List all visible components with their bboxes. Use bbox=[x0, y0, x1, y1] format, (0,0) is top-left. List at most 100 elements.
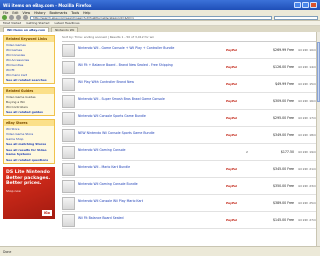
price-value: $49.99 bbox=[275, 82, 287, 86]
price-value: $350.00 bbox=[273, 184, 287, 188]
listing-thumbnail[interactable] bbox=[62, 196, 75, 210]
see-all-results-link[interactable]: See all results for Video Game Systems bbox=[4, 147, 54, 157]
listing-title[interactable]: Wii Play With Controller Brand New bbox=[78, 80, 226, 88]
address-bar[interactable]: http://search.ebay.com/search/search.dll… bbox=[30, 15, 272, 20]
bookmark-getting-started[interactable]: Getting Started bbox=[26, 21, 49, 25]
listing-row[interactable]: Nintendo Wii Gaming Console 2 $177.50 4d 2… bbox=[62, 144, 316, 161]
menu-help[interactable]: Help bbox=[83, 11, 90, 15]
time-left: 4d 22h 10m bbox=[297, 48, 316, 52]
listing-title[interactable]: Nintendo Wii Gaming Console bbox=[78, 148, 226, 156]
listing-thumbnail[interactable] bbox=[62, 213, 75, 227]
listing-price: $269.99 Free bbox=[260, 48, 294, 52]
listing-title[interactable]: Nintendo Wii - Game Console + Wii Play +… bbox=[78, 46, 226, 54]
listing-row[interactable]: Nintendo Wii - Game Console + Wii Play +… bbox=[62, 42, 316, 59]
menu-history[interactable]: History bbox=[34, 11, 45, 15]
forward-icon[interactable] bbox=[9, 15, 14, 20]
listing-title[interactable]: Nintendo Wii Console Sports Game Bundle bbox=[78, 114, 226, 122]
time-left: 4d 22h 19m bbox=[297, 150, 316, 154]
guides-box: Related Guides Video Game Guides Buying … bbox=[3, 87, 55, 116]
price-value: $295.00 bbox=[273, 116, 287, 120]
listing-thumbnail[interactable] bbox=[62, 145, 75, 159]
advert-banner[interactable]: DS Lite Nintendo Better packages. Better… bbox=[3, 167, 55, 219]
listing-row[interactable]: Nintendo Wii Gaming Console Bundle PayPal… bbox=[62, 178, 316, 195]
listing-price: $389.00 Free bbox=[260, 201, 294, 205]
window-titlebar: Wii items on eBay.com - Mozilla Firefox bbox=[0, 0, 320, 10]
results-list: Sort by: Time: ending soonest | Results … bbox=[62, 35, 316, 229]
menu-tools[interactable]: Tools bbox=[71, 11, 79, 15]
shipping-value: Free bbox=[287, 184, 294, 188]
listing-row[interactable]: Nintendo Wii Console Sports Game Bundle P… bbox=[62, 110, 316, 127]
listing-title[interactable]: NEW Nintendo Wii Console Sports Game Bun… bbox=[78, 131, 226, 139]
see-all-questions-link[interactable]: See all related questions bbox=[4, 157, 54, 163]
shipping-value: Free bbox=[287, 218, 294, 222]
listing-thumbnail[interactable] bbox=[62, 162, 75, 176]
page-content: Related Keyword Links Video Games Wii Ga… bbox=[0, 32, 320, 246]
paypal-badge: PayPal bbox=[226, 116, 237, 120]
listing-row[interactable]: Wii Play With Controller Brand New PayPal… bbox=[62, 76, 316, 93]
listing-title[interactable]: Nintendo Wii Gaming Console Bundle bbox=[78, 182, 226, 190]
listing-row[interactable]: Nintendo Wii Console Wii Play Mario Kart… bbox=[62, 195, 316, 212]
paypal-badge: PayPal bbox=[226, 201, 237, 205]
shipping-value: Free bbox=[287, 201, 294, 205]
listing-price: $145.00 Free bbox=[260, 218, 294, 222]
menu-edit[interactable]: Edit bbox=[12, 11, 18, 15]
price-value: $126.00 bbox=[273, 65, 287, 69]
time-left: 4d 22h 14m bbox=[297, 65, 316, 69]
listing-row[interactable]: Nintendo Wii - Mario Kart Bundle PayPal $3… bbox=[62, 161, 316, 178]
listing-thumbnail[interactable] bbox=[62, 43, 75, 57]
time-left: 4d 22h 15m bbox=[297, 82, 316, 86]
menu-bookmarks[interactable]: Bookmarks bbox=[49, 11, 67, 15]
paypal-badge: PayPal bbox=[226, 133, 237, 137]
bid-count: 2 bbox=[246, 150, 248, 154]
related-box: Related Keyword Links Video Games Wii Ga… bbox=[3, 35, 55, 84]
listing-title[interactable]: Nintendo Wii - Mario Kart Bundle bbox=[78, 165, 226, 173]
bookmark-most-visited[interactable]: Most Visited bbox=[3, 21, 21, 25]
listing-title[interactable]: Wii Fit + Balance Board - Brand New Seal… bbox=[78, 63, 226, 71]
listing-title[interactable]: Wii Fit Balance Board Sealed bbox=[78, 216, 226, 224]
listing-price: $126.00 Free bbox=[260, 65, 294, 69]
listing-price: $295.00 Free bbox=[260, 116, 294, 120]
shipping-value: Free bbox=[287, 48, 294, 52]
shipping-value: Free bbox=[287, 82, 294, 86]
guides-more-link[interactable]: See all related guides bbox=[4, 109, 54, 115]
time-left: 4d 22h 18m bbox=[297, 133, 316, 137]
paypal-badge: PayPal bbox=[226, 99, 237, 103]
listing-row[interactable]: NEW Nintendo Wii Console Sports Game Bun… bbox=[62, 127, 316, 144]
window-controls bbox=[294, 2, 317, 8]
search-input[interactable] bbox=[274, 15, 318, 20]
home-icon[interactable] bbox=[23, 15, 28, 20]
time-left: 4d 22h 27m bbox=[297, 218, 316, 222]
listing-price: $309.00 Free bbox=[260, 99, 294, 103]
listing-thumbnail[interactable] bbox=[62, 94, 75, 108]
price-value: $345.00 bbox=[273, 167, 287, 171]
minimize-icon[interactable] bbox=[294, 2, 301, 8]
listing-thumbnail[interactable] bbox=[62, 77, 75, 91]
listing-thumbnail[interactable] bbox=[62, 111, 75, 125]
listing-title[interactable]: Nintendo Wii - Super Smash Bros Brawl Ga… bbox=[78, 97, 226, 105]
time-left: 4d 22h 17m bbox=[297, 116, 316, 120]
close-icon[interactable] bbox=[310, 2, 317, 8]
listing-row[interactable]: Nintendo Wii - Super Smash Bros Brawl Ga… bbox=[62, 93, 316, 110]
menu-file[interactable]: File bbox=[3, 11, 8, 15]
related-more-link[interactable]: See all related searches bbox=[4, 77, 54, 83]
back-icon[interactable] bbox=[2, 15, 7, 20]
advert-headline: DS Lite Nintendo Better packages. Better… bbox=[6, 170, 51, 186]
reload-icon[interactable] bbox=[16, 15, 21, 20]
results-summary: Sort by: Time: ending soonest | Results … bbox=[62, 35, 316, 42]
listing-title[interactable]: Nintendo Wii Console Wii Play Mario Kart bbox=[78, 199, 226, 207]
advert-subtext: Shop now bbox=[6, 188, 21, 193]
listing-price: $177.50 bbox=[260, 150, 294, 154]
listing-row[interactable]: Wii Fit Balance Board Sealed PayPal $145.0… bbox=[62, 212, 316, 229]
listing-thumbnail[interactable] bbox=[62, 179, 75, 193]
maximize-icon[interactable] bbox=[302, 2, 309, 8]
listing-price: $350.00 Free bbox=[260, 184, 294, 188]
paypal-badge: PayPal bbox=[226, 167, 237, 171]
page-scrollbar[interactable] bbox=[316, 32, 320, 246]
listing-price: $49.99 Free bbox=[260, 82, 294, 86]
bookmark-latest-headlines[interactable]: Latest Headlines bbox=[54, 21, 79, 25]
price-value: $389.00 bbox=[273, 201, 287, 205]
listing-thumbnail[interactable] bbox=[62, 60, 75, 74]
menu-view[interactable]: View bbox=[23, 11, 31, 15]
listing-thumbnail[interactable] bbox=[62, 128, 75, 142]
listing-row[interactable]: Wii Fit + Balance Board - Brand New Seal… bbox=[62, 59, 316, 76]
